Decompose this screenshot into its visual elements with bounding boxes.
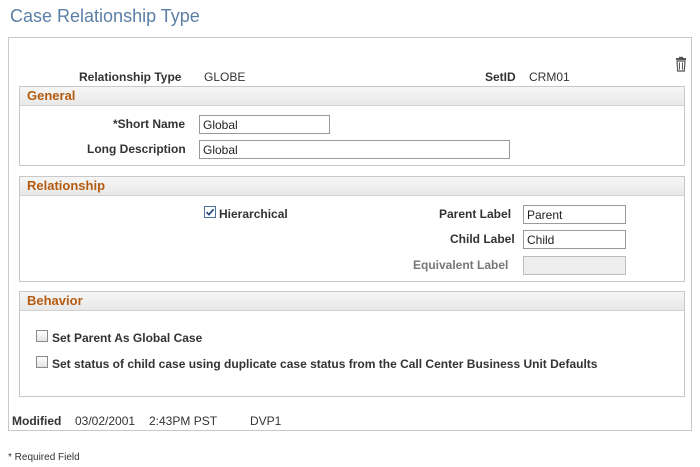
child-label-input[interactable] <box>523 230 626 249</box>
relationship-group-title: Relationship <box>27 178 106 193</box>
child-label-label: Child Label <box>450 232 515 246</box>
hierarchical-checkbox[interactable] <box>204 206 216 218</box>
hierarchical-label[interactable]: Hierarchical <box>219 207 288 221</box>
behavior-group-title: Behavior <box>27 293 83 308</box>
modified-time: 2:43PM PST <box>149 414 218 428</box>
equivalent-label-input <box>523 256 626 275</box>
short-name-label: *Short Name <box>113 117 186 131</box>
general-group-header: General <box>20 87 684 106</box>
modified-date: 03/02/2001 <box>75 414 136 428</box>
general-group-title: General <box>27 88 76 103</box>
parent-label-input[interactable] <box>523 205 626 224</box>
short-name-input[interactable] <box>199 115 330 134</box>
required-field-note: * Required Field <box>8 452 80 463</box>
behavior-group-header: Behavior <box>20 292 684 311</box>
set-parent-global-label[interactable]: Set Parent As Global Case <box>52 331 202 345</box>
long-description-label: Long Description <box>87 142 186 156</box>
setid-value: CRM01 <box>529 70 570 84</box>
checkmark-icon <box>204 206 216 218</box>
relationship-group-header: Relationship <box>20 177 684 196</box>
set-parent-global-checkbox[interactable] <box>36 330 48 342</box>
long-description-input[interactable] <box>199 140 510 159</box>
trash-icon[interactable] <box>673 56 689 72</box>
page-title: Case Relationship Type <box>10 6 200 26</box>
setid-label: SetID <box>485 70 516 84</box>
modified-label: Modified <box>12 414 62 428</box>
parent-label-label: Parent Label <box>439 207 512 221</box>
relationship-type-label: Relationship Type <box>79 70 182 84</box>
set-status-child-checkbox[interactable] <box>36 356 48 368</box>
relationship-type-value: GLOBE <box>204 70 246 84</box>
set-status-child-label[interactable]: Set status of child case using duplicate… <box>52 357 597 371</box>
modified-user: DVP1 <box>250 414 282 428</box>
equivalent-label-label: Equivalent Label <box>413 258 509 272</box>
